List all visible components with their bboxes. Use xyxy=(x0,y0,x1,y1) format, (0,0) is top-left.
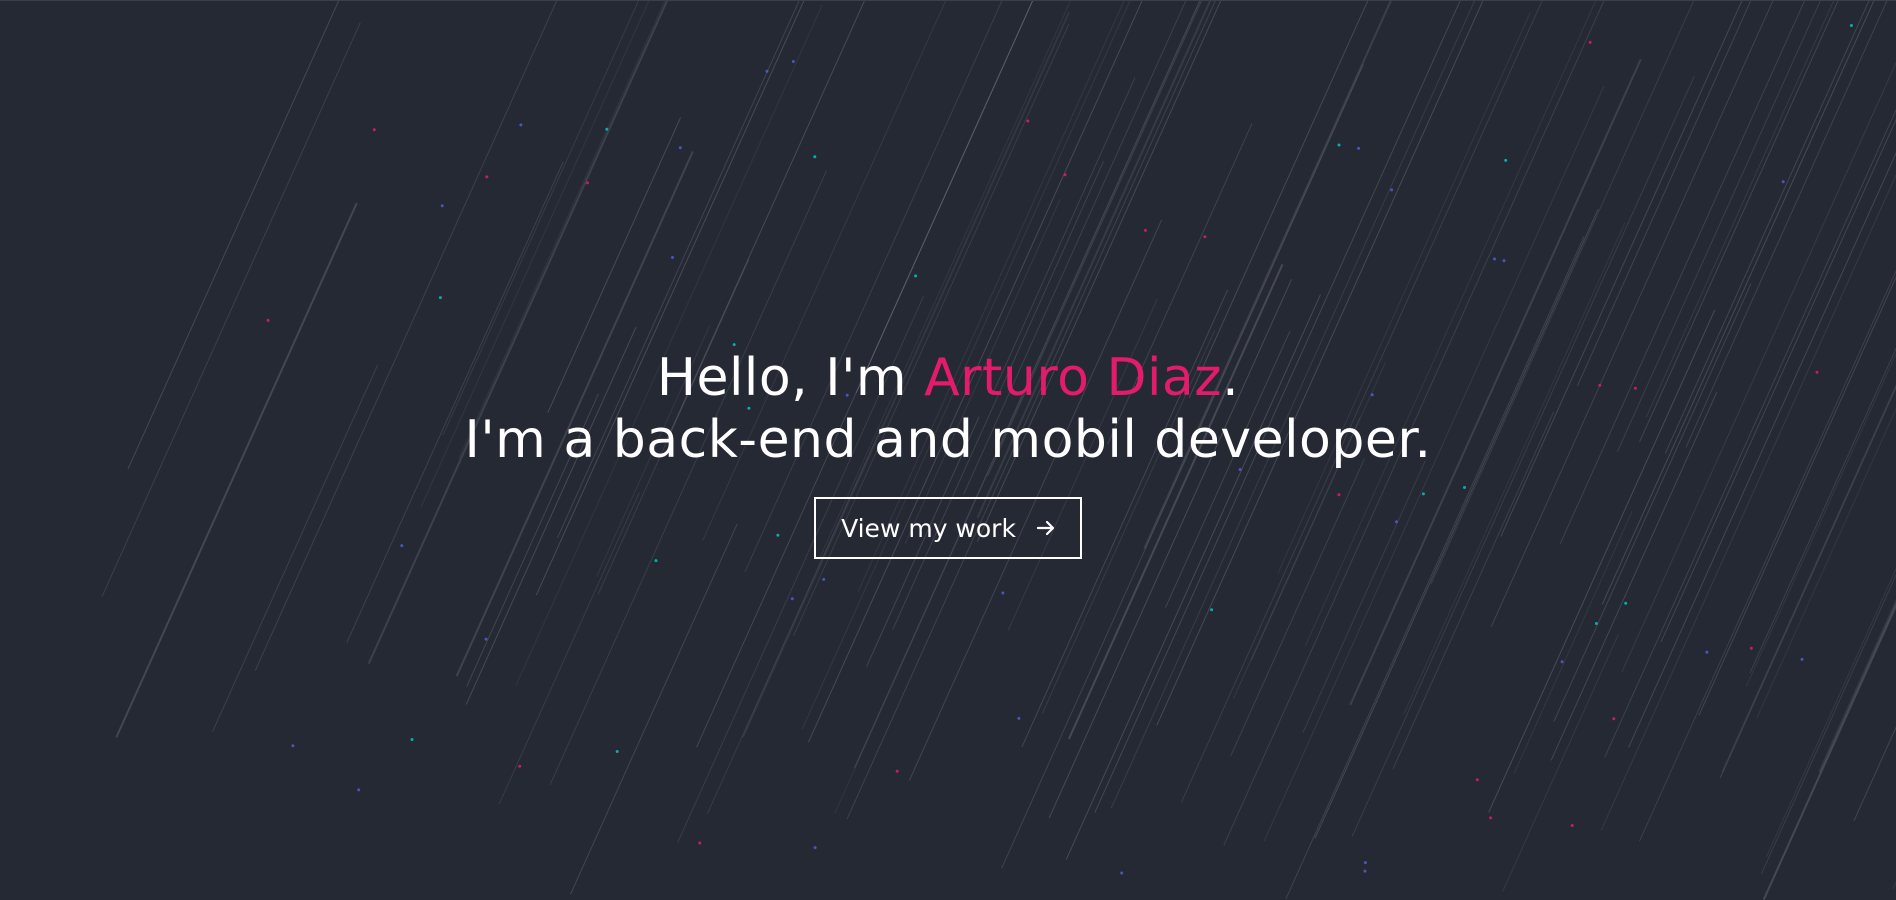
particle-dot xyxy=(654,559,658,563)
particle-dot xyxy=(586,181,589,185)
greeting-suffix: . xyxy=(1222,348,1240,408)
arrow-right-icon xyxy=(1036,520,1055,536)
streak-line xyxy=(254,1,558,671)
particle-dot xyxy=(484,637,488,641)
particle-dot xyxy=(1337,143,1341,147)
streak-line xyxy=(570,523,738,895)
particle-dot xyxy=(1594,622,1598,625)
particle-dot xyxy=(1203,235,1207,239)
particle-dot xyxy=(732,343,736,347)
streak-line xyxy=(1502,634,1619,892)
particle-dot xyxy=(813,155,817,159)
view-my-work-button[interactable]: View my work xyxy=(814,497,1082,559)
particle-dot xyxy=(698,841,702,845)
streak-line xyxy=(1285,236,1585,900)
hero-subtitle: I'm a back-end and mobil developer. xyxy=(464,410,1432,470)
hero-content: Hello, I'm Arturo Diaz. I'm a back-end a… xyxy=(0,347,1896,559)
particle-dot xyxy=(1489,816,1493,820)
particle-dot xyxy=(1705,650,1709,654)
particle-dot xyxy=(410,738,414,741)
particle-dot xyxy=(895,769,899,773)
particle-dot xyxy=(1612,717,1616,721)
particle-dot xyxy=(914,274,918,278)
particle-dot xyxy=(791,60,795,63)
greeting-prefix: Hello, I'm xyxy=(656,348,925,408)
particle-dot xyxy=(518,764,522,768)
streak-line xyxy=(515,4,823,686)
particle-dot xyxy=(790,597,794,601)
particle-dot xyxy=(1588,40,1592,44)
particle-dot xyxy=(266,318,270,322)
particle-dot xyxy=(440,204,444,208)
particle-dot xyxy=(1781,180,1785,184)
particle-dot xyxy=(1390,188,1394,192)
particle-dot xyxy=(1502,259,1506,263)
particle-dot xyxy=(1363,861,1367,865)
particle-dot xyxy=(1624,601,1628,605)
particle-dot xyxy=(357,788,361,792)
particle-dot xyxy=(671,256,674,259)
particle-dot xyxy=(1363,869,1367,873)
hero-name: Arturo Diaz xyxy=(924,348,1223,408)
particle-dot xyxy=(1357,146,1361,150)
streak-line xyxy=(1621,61,1896,673)
streak-line xyxy=(855,1,1034,393)
particle-dot xyxy=(822,577,826,581)
particle-dot xyxy=(1475,778,1479,782)
view-my-work-label: View my work xyxy=(841,513,1016,543)
particle-dot xyxy=(765,69,769,73)
particle-dot xyxy=(1800,657,1804,661)
particle-dot xyxy=(485,175,489,179)
hero-greeting: Hello, I'm Arturo Diaz. xyxy=(0,347,1896,409)
particle-dot xyxy=(678,146,682,150)
particle-dot xyxy=(615,750,619,753)
hero-section: Hello, I'm Arturo Diaz. I'm a back-end a… xyxy=(0,0,1896,900)
streak-line xyxy=(367,1,669,665)
particle-dot xyxy=(1504,158,1508,162)
particle-dot xyxy=(1001,591,1005,595)
particle-dot xyxy=(1120,871,1124,875)
particle-dot xyxy=(1570,824,1574,827)
particle-dot xyxy=(813,846,817,850)
particle-dot xyxy=(1017,716,1021,720)
streak-line xyxy=(1745,352,1896,687)
particle-dot xyxy=(1210,608,1214,612)
streak-line xyxy=(1762,603,1896,900)
particle-dot xyxy=(605,127,609,131)
particle-dot xyxy=(438,296,442,300)
particle-dot xyxy=(1493,257,1496,261)
particle-dot xyxy=(1749,646,1753,650)
particle-dot xyxy=(1849,24,1853,27)
particle-dot xyxy=(291,744,295,748)
particle-dot xyxy=(1560,660,1564,664)
particle-dot xyxy=(1063,173,1067,177)
particle-dot xyxy=(1026,119,1030,123)
streak-line xyxy=(1188,1,1369,398)
particle-dot xyxy=(372,128,376,132)
particle-dot xyxy=(519,123,523,127)
particle-dot xyxy=(1144,228,1147,232)
